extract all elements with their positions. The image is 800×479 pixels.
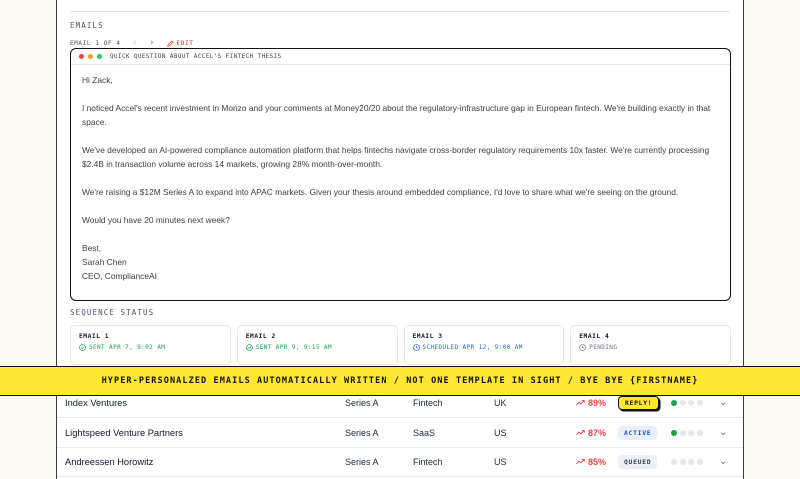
step-status: SENT APR 7, 9:02 AM <box>79 344 230 351</box>
table-row[interactable]: Andreessen Horowitz Series A Fintech US … <box>57 447 743 476</box>
status-badge-cell: QUEUED <box>618 447 658 476</box>
email-body: Hi Zack, I noticed Accel's recent invest… <box>82 73 718 283</box>
step-title: EMAIL 2 <box>245 333 276 340</box>
previous-email-button[interactable]: ‹ <box>131 38 140 48</box>
close-dot-icon <box>79 54 84 59</box>
progress-dot <box>696 429 703 436</box>
email-paragraph: I noticed Accel's recent investment in M… <box>82 103 711 127</box>
email-paragraph: We're raising a $12M Series A to expand … <box>82 187 679 197</box>
step-status-text: SENT APR 9, 9:15 AM <box>255 344 332 351</box>
email-paragraph: Hi Zack, <box>82 75 113 85</box>
pencil-icon <box>166 39 174 47</box>
sequence-status-label: SEQUENCE STATUS <box>70 308 155 317</box>
divider <box>57 476 743 477</box>
sequence-step-2: EMAIL 2 SENT APR 9, 9:15 AM <box>236 325 398 365</box>
email-paragraph: We've developed an AI-powered compliance… <box>82 145 710 169</box>
email-preview-window: QUICK QUESTION ABOUT ACCEL'S FINTECH THE… <box>70 48 731 301</box>
table-row[interactable]: Lightspeed Venture Partners Series A Saa… <box>57 418 743 447</box>
status-badge-cell: ACTIVE <box>618 418 658 447</box>
clock-icon <box>412 344 420 351</box>
sequence-progress <box>671 447 703 476</box>
sequence-step-3: EMAIL 3 SCHEDULED APR 12, 9:00 AM <box>403 325 565 365</box>
trending-up-icon <box>576 429 585 436</box>
investor-stage: Series A <box>345 456 379 467</box>
trending-up-icon <box>576 458 585 465</box>
investor-region: US <box>494 427 507 438</box>
sequence-progress <box>671 418 703 447</box>
emails-section-label: EMAILS <box>70 21 104 30</box>
match-score-value: 87% <box>588 427 607 438</box>
signoff-line: Best, <box>82 243 102 253</box>
match-score: 87% <box>576 418 606 447</box>
check-circle-icon <box>245 344 253 351</box>
step-title: EMAIL 1 <box>79 333 110 340</box>
progress-dot <box>696 399 703 406</box>
status-badge: QUEUED <box>618 454 658 469</box>
chevron-down-icon[interactable]: ⌄ <box>719 447 727 476</box>
clock-icon <box>579 344 587 351</box>
promo-banner: HYPER-PERSONALZED EMAILS AUTOMATICALLY W… <box>0 366 800 396</box>
match-score: 85% <box>576 447 606 476</box>
investor-name: Lightspeed Venture Partners <box>65 427 183 438</box>
sequence-step-1: EMAIL 1 SENT APR 7, 9:02 AM <box>70 325 231 365</box>
investor-sector: Fintech <box>413 456 443 467</box>
step-title: EMAIL 4 <box>579 333 610 340</box>
investor-stage: Series A <box>345 427 379 438</box>
status-badge: ACTIVE <box>618 425 658 440</box>
sender-name: Sarah Chen <box>82 257 127 267</box>
minimize-dot-icon <box>88 54 93 59</box>
step-status-text: SENT APR 7, 9:02 AM <box>89 344 166 351</box>
investor-region: US <box>494 456 507 467</box>
next-email-button[interactable]: › <box>148 38 157 48</box>
progress-dot <box>688 399 694 406</box>
window-title-bar: QUICK QUESTION ABOUT ACCEL'S FINTECH THE… <box>71 49 730 65</box>
check-circle-icon <box>79 344 86 351</box>
sequence-step-4: EMAIL 4 PENDING <box>570 325 731 365</box>
step-title: EMAIL 3 <box>412 333 443 340</box>
match-score-value: 89% <box>588 397 607 408</box>
step-status: PENDING <box>579 344 730 351</box>
sender-title: CEO, ComplianceAI <box>82 271 157 281</box>
email-counter: EMAIL 1 OF 4 <box>70 39 121 47</box>
status-badge: REPLY! <box>618 395 660 410</box>
progress-dot <box>679 399 686 406</box>
progress-dot <box>696 458 703 465</box>
step-status: SENT APR 9, 9:15 AM <box>245 344 397 351</box>
match-score-value: 85% <box>588 456 607 467</box>
edit-label: EDIT <box>176 39 194 47</box>
maximize-dot-icon <box>97 54 102 59</box>
progress-dot <box>688 429 694 436</box>
email-signoff: Best, Sarah Chen CEO, ComplianceAI <box>82 241 718 283</box>
step-status-text: PENDING <box>589 344 618 351</box>
step-status: SCHEDULED APR 12, 9:00 AM <box>412 344 564 351</box>
chevron-down-icon[interactable]: ⌄ <box>719 418 727 447</box>
investor-sector: SaaS <box>413 427 436 438</box>
divider <box>70 11 730 12</box>
email-subject: QUICK QUESTION ABOUT ACCEL'S FINTECH THE… <box>110 53 282 60</box>
progress-dot <box>671 429 677 436</box>
progress-dot <box>679 429 686 436</box>
email-paragraph: Would you have 20 minutes next week? <box>82 215 230 225</box>
trending-up-icon <box>576 399 585 406</box>
progress-dot <box>671 458 677 465</box>
progress-dot <box>671 399 677 406</box>
edit-email-button[interactable]: EDIT <box>166 39 194 47</box>
investor-name: Andreessen Horowitz <box>65 456 154 467</box>
progress-dot <box>679 458 686 465</box>
sequence-steps: EMAIL 1 SENT APR 7, 9:02 AM EMAIL 2 SENT… <box>70 325 731 365</box>
step-status-text: SCHEDULED APR 12, 9:00 AM <box>422 344 523 351</box>
progress-dot <box>688 458 694 465</box>
